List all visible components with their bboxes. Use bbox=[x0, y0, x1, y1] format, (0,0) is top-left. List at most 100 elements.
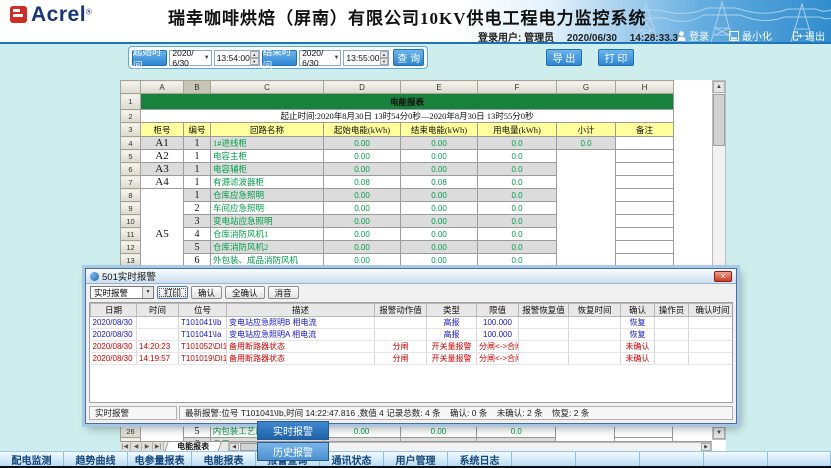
nav-energy-report[interactable]: 电能报表 bbox=[192, 452, 256, 466]
login-button[interactable]: 登录 bbox=[677, 28, 709, 43]
row-number[interactable]: 8 bbox=[121, 189, 141, 202]
row-number[interactable]: 6 bbox=[121, 163, 141, 176]
close-icon[interactable]: × bbox=[714, 271, 732, 282]
row-number[interactable]: 4 bbox=[121, 137, 141, 150]
spin-up-icon[interactable]: ▲ bbox=[250, 51, 259, 58]
usage-cell[interactable]: 0.0 bbox=[478, 150, 557, 163]
alarm-cell-desc[interactable]: 变电站应急照明B 相电流 bbox=[227, 317, 375, 329]
circuit-no-cell[interactable]: 5 bbox=[184, 241, 211, 254]
alarm-column-title[interactable]: 恢复时间 bbox=[569, 304, 621, 317]
alarm-column-title[interactable]: 日期 bbox=[91, 304, 137, 317]
usage-cell[interactable]: 0.0 bbox=[478, 163, 557, 176]
alarm-cell-tag[interactable]: T101019\DI1 bbox=[179, 353, 227, 365]
row-number[interactable]: 3 bbox=[121, 123, 141, 137]
alarm-cell-time[interactable] bbox=[137, 329, 179, 341]
nav-user-management[interactable]: 用户管理 bbox=[384, 452, 448, 466]
usage-cell[interactable]: 0.0 bbox=[478, 228, 557, 241]
spin-down-icon[interactable]: ▼ bbox=[380, 58, 389, 65]
end-energy-cell[interactable]: 0.00 bbox=[401, 150, 478, 163]
nav-trend-curve[interactable]: 趋势曲线 bbox=[64, 452, 128, 466]
export-button[interactable]: 导 出 bbox=[546, 49, 582, 66]
column-title[interactable]: 起始电能(kWh) bbox=[324, 123, 401, 137]
alarm-cell-ack-time[interactable] bbox=[689, 353, 734, 365]
alarm-cell-recover-time[interactable] bbox=[569, 341, 621, 353]
column-header-A[interactable]: A bbox=[141, 81, 184, 94]
column-title[interactable]: 回路名称 bbox=[211, 123, 324, 137]
alarm-column-title[interactable]: 限值 bbox=[477, 304, 519, 317]
row-number[interactable]: 2 bbox=[121, 110, 141, 123]
alarm-cell-action[interactable] bbox=[375, 317, 427, 329]
circuit-no-cell[interactable]: 6 bbox=[184, 254, 211, 267]
end-energy-cell[interactable]: 0.00 bbox=[401, 254, 478, 267]
column-title[interactable]: 柜号 bbox=[141, 123, 184, 137]
alarm-cell-action[interactable]: 分闸 bbox=[375, 341, 427, 353]
alarm-cell-operator[interactable] bbox=[655, 329, 689, 341]
alarm-cell-ack-time[interactable] bbox=[689, 329, 734, 341]
dialog-mute-button[interactable]: 消音 bbox=[268, 286, 299, 299]
usage-cell[interactable]: 0.0 bbox=[478, 215, 557, 228]
alarm-cell-recover-time[interactable] bbox=[569, 353, 621, 365]
column-title[interactable]: 编号 bbox=[184, 123, 211, 137]
start-energy-cell[interactable]: 0.00 bbox=[324, 137, 401, 150]
column-title[interactable]: 备注 bbox=[616, 123, 674, 137]
row-number[interactable]: 13 bbox=[121, 254, 141, 267]
cabinet-cell[interactable]: A5 bbox=[141, 189, 184, 280]
sheet-corner[interactable] bbox=[121, 81, 141, 94]
circuit-name-cell[interactable]: 1#进线柜 bbox=[211, 137, 324, 150]
circuit-name-cell[interactable]: 车间应急照明 bbox=[211, 202, 324, 215]
nav-parameter-report[interactable]: 电参量报表 bbox=[128, 452, 192, 466]
alarm-cell-time[interactable]: 14:20:23 bbox=[137, 341, 179, 353]
column-header-C[interactable]: C bbox=[211, 81, 324, 94]
start-time-input[interactable]: 13:54:00 ▲▼ bbox=[214, 50, 260, 66]
start-energy-cell[interactable]: 0.08 bbox=[324, 176, 401, 189]
alarm-cell-tag[interactable]: T101041\Ib bbox=[179, 317, 227, 329]
alarm-column-title[interactable]: 描述 bbox=[227, 304, 375, 317]
alarm-cell-limit[interactable]: 分闸<->合闸 bbox=[477, 341, 519, 353]
start-energy-cell[interactable]: 0.00 bbox=[324, 254, 401, 267]
subtotal-merged-cell[interactable] bbox=[557, 150, 616, 280]
dialog-print-button[interactable]: 打印 bbox=[157, 286, 188, 299]
alarm-cell-tag[interactable]: T101052\DI1 bbox=[179, 341, 227, 353]
circuit-name-cell[interactable]: 外包装、成品消防风机 bbox=[211, 254, 324, 267]
circuit-no-cell[interactable]: 5 bbox=[183, 425, 210, 438]
row-number[interactable]: 9 bbox=[121, 202, 141, 215]
scroll-right-icon[interactable]: ▶ bbox=[701, 443, 711, 451]
circuit-no-cell[interactable]: 1 bbox=[184, 137, 211, 150]
alarm-cell-type[interactable]: 开关量报警 bbox=[427, 341, 477, 353]
sheet-subtitle[interactable]: 起止时间:2020年8月30日 13时54分0秒—2020年8月30日 13时5… bbox=[141, 110, 674, 123]
column-header-E[interactable]: E bbox=[401, 81, 478, 94]
start-energy-cell[interactable]: 0.00 bbox=[323, 425, 400, 438]
column-header-F[interactable]: F bbox=[478, 81, 557, 94]
column-header-H[interactable]: H bbox=[616, 81, 674, 94]
alarm-cell-type[interactable]: 高报 bbox=[427, 317, 477, 329]
row-number[interactable]: 5 bbox=[121, 150, 141, 163]
alarm-cell-tag[interactable]: T101041\Ia bbox=[179, 329, 227, 341]
end-energy-cell[interactable]: 0.08 bbox=[401, 176, 478, 189]
dialog-title-bar[interactable]: 501实时报警 × bbox=[86, 269, 736, 284]
row-number[interactable]: 11 bbox=[121, 228, 141, 241]
start-energy-cell[interactable]: 0.00 bbox=[324, 215, 401, 228]
alarm-cell-date[interactable]: 2020/08/30 bbox=[91, 341, 137, 353]
usage-cell[interactable]: 0.0 bbox=[478, 176, 557, 189]
alarm-cell-recover[interactable] bbox=[519, 317, 569, 329]
end-energy-cell[interactable]: 0.00 bbox=[401, 228, 478, 241]
alarm-column-title[interactable]: 操作员 bbox=[655, 304, 689, 317]
column-title[interactable]: 用电量(kWh) bbox=[478, 123, 557, 137]
cabinet-cell[interactable]: A4 bbox=[141, 176, 184, 189]
alarm-column-title[interactable]: 位号 bbox=[179, 304, 227, 317]
alarm-cell-recover[interactable] bbox=[519, 329, 569, 341]
alarm-cell-limit[interactable]: 分闸<->合闸 bbox=[477, 353, 519, 365]
note-cell[interactable] bbox=[616, 254, 674, 267]
alarm-cell-operator[interactable] bbox=[655, 341, 689, 353]
alarm-cell-ack[interactable]: 恢复 bbox=[621, 329, 655, 341]
menu-item-history-alarm[interactable]: 历史报警 bbox=[257, 442, 329, 461]
cabinet-merged-cell[interactable] bbox=[140, 425, 183, 442]
alarm-cell-action[interactable]: 分闸 bbox=[375, 353, 427, 365]
start-energy-cell[interactable]: 0.00 bbox=[324, 163, 401, 176]
alarm-column-title[interactable]: 报警恢复值 bbox=[519, 304, 569, 317]
alarm-cell-time[interactable]: 14:19:57 bbox=[137, 353, 179, 365]
note-cell[interactable] bbox=[616, 137, 674, 150]
alarm-cell-recover[interactable] bbox=[519, 341, 569, 353]
column-header-B[interactable]: B bbox=[184, 81, 211, 94]
alarm-cell-ack-time[interactable] bbox=[689, 317, 734, 329]
